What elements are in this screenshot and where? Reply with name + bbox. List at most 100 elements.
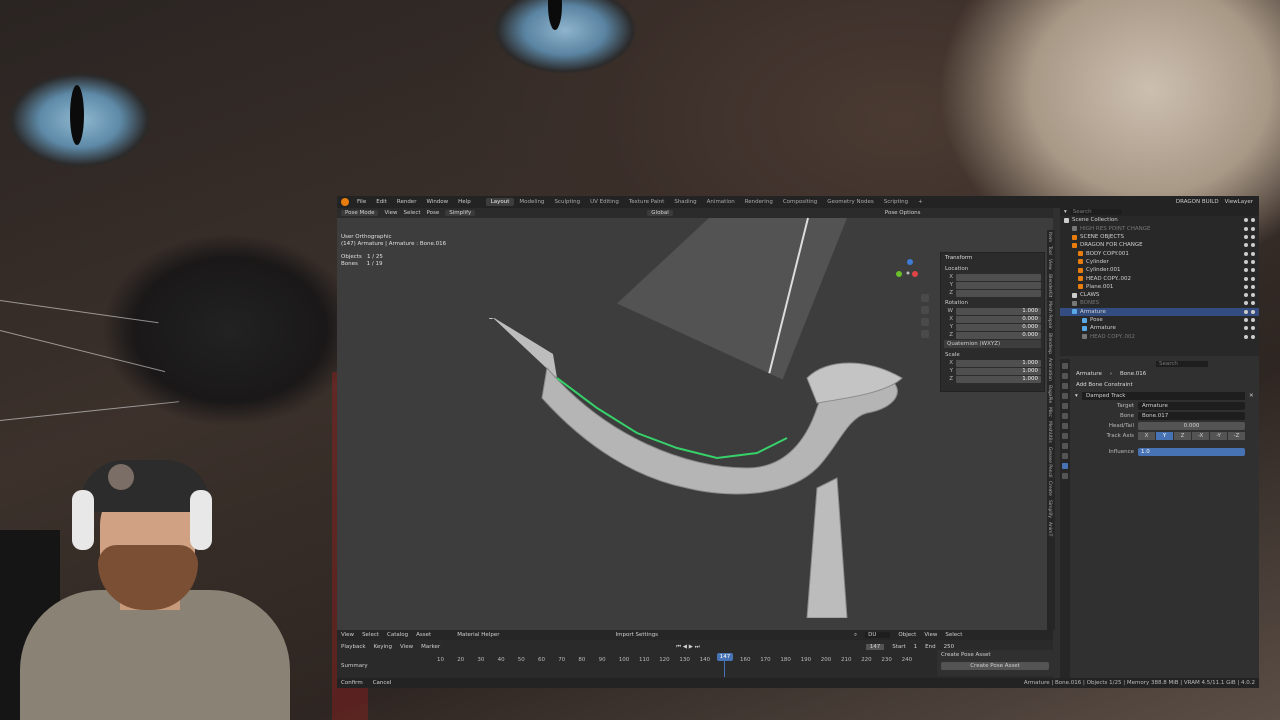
workspace-tab-rendering[interactable]: Rendering [740, 198, 778, 206]
sidebar-tab-bagapie[interactable]: BagaPie [1047, 383, 1052, 405]
bone-tip[interactable] [488, 318, 494, 319]
scale-x-row[interactable]: X 1.000 [941, 359, 1044, 367]
outliner-item[interactable]: Cylinder [1060, 258, 1259, 266]
outliner-item[interactable]: Plane.001 [1060, 283, 1259, 291]
world-tab-icon[interactable] [1062, 413, 1068, 419]
pose-menu[interactable]: Pose [427, 210, 440, 216]
visibility-toggles[interactable] [1244, 284, 1259, 289]
rot-x-row[interactable]: X 0.000 [941, 315, 1044, 323]
rot-y-row[interactable]: Y 0.000 [941, 323, 1044, 331]
timeline-view-menu[interactable]: View [400, 644, 413, 650]
eye-icon[interactable] [1244, 259, 1248, 264]
rot-w-row[interactable]: W 1.000 [941, 307, 1044, 315]
outliner-search[interactable]: Search [1069, 209, 1122, 216]
material-helper-menu[interactable]: Material Helper [457, 632, 499, 638]
visibility-toggles[interactable] [1244, 301, 1259, 306]
visibility-toggles[interactable] [1244, 268, 1259, 273]
start-field[interactable]: 1 [914, 644, 918, 650]
menu-file[interactable]: File [352, 199, 371, 205]
visibility-toggles[interactable] [1244, 226, 1259, 231]
mode-selector[interactable]: Pose Mode [341, 210, 379, 216]
axis-z-button[interactable]: Z [1174, 432, 1191, 440]
asset-menu[interactable]: Asset [416, 632, 431, 638]
menu-edit[interactable]: Edit [371, 199, 392, 205]
gizmo-z-axis[interactable] [907, 259, 913, 265]
outliner-item[interactable]: BONES [1060, 299, 1259, 307]
camera-view-icon[interactable] [921, 318, 929, 326]
outliner-item[interactable]: HEAD COPY..002 [1060, 332, 1259, 340]
bone-field[interactable]: Bone.017 [1138, 412, 1245, 420]
select-menu-right[interactable]: Select [945, 632, 962, 638]
sidebar-tab-mesh-repair[interactable]: Mesh Repair [1047, 299, 1052, 331]
tool-tab-icon[interactable] [1062, 363, 1068, 369]
eye-icon[interactable] [1244, 235, 1248, 240]
sidebar-tab-view[interactable]: View [1047, 257, 1052, 272]
camera-icon[interactable] [1251, 218, 1255, 223]
visibility-toggles[interactable] [1244, 235, 1259, 240]
select-menu[interactable]: Select [404, 210, 421, 216]
camera-icon[interactable] [1251, 259, 1255, 264]
object-menu[interactable]: Object [898, 632, 916, 638]
eye-icon[interactable] [1244, 284, 1248, 289]
add-bone-constraint-button[interactable]: Add Bone Constraint [1072, 379, 1259, 391]
workspace-tab-geometry-nodes[interactable]: Geometry Nodes [822, 198, 878, 206]
sidebar-tab-blendexp[interactable]: Blendexp [1047, 331, 1052, 356]
camera-icon[interactable] [1251, 301, 1255, 306]
visibility-toggles[interactable] [1244, 251, 1259, 256]
camera-icon[interactable] [1251, 309, 1255, 314]
sidebar-tab-tool[interactable]: Tool [1047, 244, 1052, 257]
visibility-toggles[interactable] [1244, 334, 1259, 339]
scene-name[interactable]: DRAGON BUILD [1176, 199, 1219, 205]
axis-neg-y-button[interactable]: -Y [1210, 432, 1227, 440]
visibility-toggles[interactable] [1244, 318, 1259, 322]
play-controls-icon[interactable]: ⏮ ◀ ▶ ⏭ [676, 644, 700, 651]
visibility-toggles[interactable] [1244, 309, 1259, 314]
axis-neg-x-button[interactable]: -X [1192, 432, 1209, 440]
sidebar-tab-meshutils[interactable]: MeshUtils [1047, 419, 1052, 445]
gizmo-x-axis[interactable] [912, 271, 918, 277]
menu-window[interactable]: Window [421, 199, 453, 205]
bone-tab-icon[interactable] [1062, 453, 1068, 459]
eye-icon[interactable] [1244, 309, 1248, 314]
camera-icon[interactable] [1251, 284, 1255, 289]
camera-icon[interactable] [1251, 293, 1255, 298]
scene-tab-icon[interactable] [1062, 403, 1068, 409]
workspace-tab-layout[interactable]: Layout [485, 198, 515, 206]
filter-icon[interactable]: ▾ [1064, 209, 1067, 215]
dragon-mesh[interactable] [487, 318, 927, 618]
visibility-toggles[interactable] [1244, 276, 1259, 281]
current-frame-field[interactable]: 147 [865, 644, 885, 650]
view-menu-right[interactable]: View [924, 632, 937, 638]
scale-z-row[interactable]: Z 1.000 [941, 375, 1044, 383]
visibility-toggles[interactable] [1244, 218, 1259, 223]
visibility-toggles[interactable] [1244, 326, 1259, 331]
eye-icon[interactable] [1244, 268, 1248, 273]
scale-y-field[interactable]: 1.000 [956, 367, 1041, 375]
camera-icon[interactable] [1251, 268, 1255, 273]
eye-icon[interactable] [1244, 334, 1248, 339]
scale-y-row[interactable]: Y 1.000 [941, 367, 1044, 375]
playback-menu[interactable]: Playback [341, 644, 366, 650]
asset-search-field[interactable]: DU [865, 632, 891, 638]
eye-icon[interactable] [1244, 243, 1248, 248]
outliner-item[interactable]: BODY COPY.001 [1060, 249, 1259, 257]
workspace-tab-sculpting[interactable]: Sculpting [549, 198, 585, 206]
keying-menu[interactable]: Keying [374, 644, 392, 650]
sidebar-tab-simplify[interactable]: Simplify [1047, 498, 1052, 520]
visibility-toggles[interactable] [1244, 293, 1259, 298]
eye-icon[interactable] [1244, 318, 1248, 322]
pose-options-menu[interactable]: Pose Options [885, 210, 921, 216]
outliner-item[interactable]: Armature [1060, 324, 1259, 332]
marker-menu[interactable]: Marker [421, 644, 440, 650]
sidebar-tab-blenderkit[interactable]: BlenderKit [1047, 272, 1052, 299]
data-tab-icon[interactable] [1062, 443, 1068, 449]
asset-view-menu[interactable]: View [341, 632, 354, 638]
physics-tab-icon[interactable] [1062, 433, 1068, 439]
visibility-toggles[interactable] [1244, 259, 1259, 264]
loc-z-row[interactable]: Z [941, 289, 1044, 297]
object-tab-icon[interactable] [1062, 423, 1068, 429]
3d-viewport[interactable]: User Orthographic (147) Armature | Armat… [337, 217, 1053, 630]
expand-icon[interactable]: ▾ [1072, 393, 1082, 399]
bone-constraint-tab-icon[interactable] [1062, 463, 1068, 469]
camera-icon[interactable] [1251, 276, 1255, 281]
